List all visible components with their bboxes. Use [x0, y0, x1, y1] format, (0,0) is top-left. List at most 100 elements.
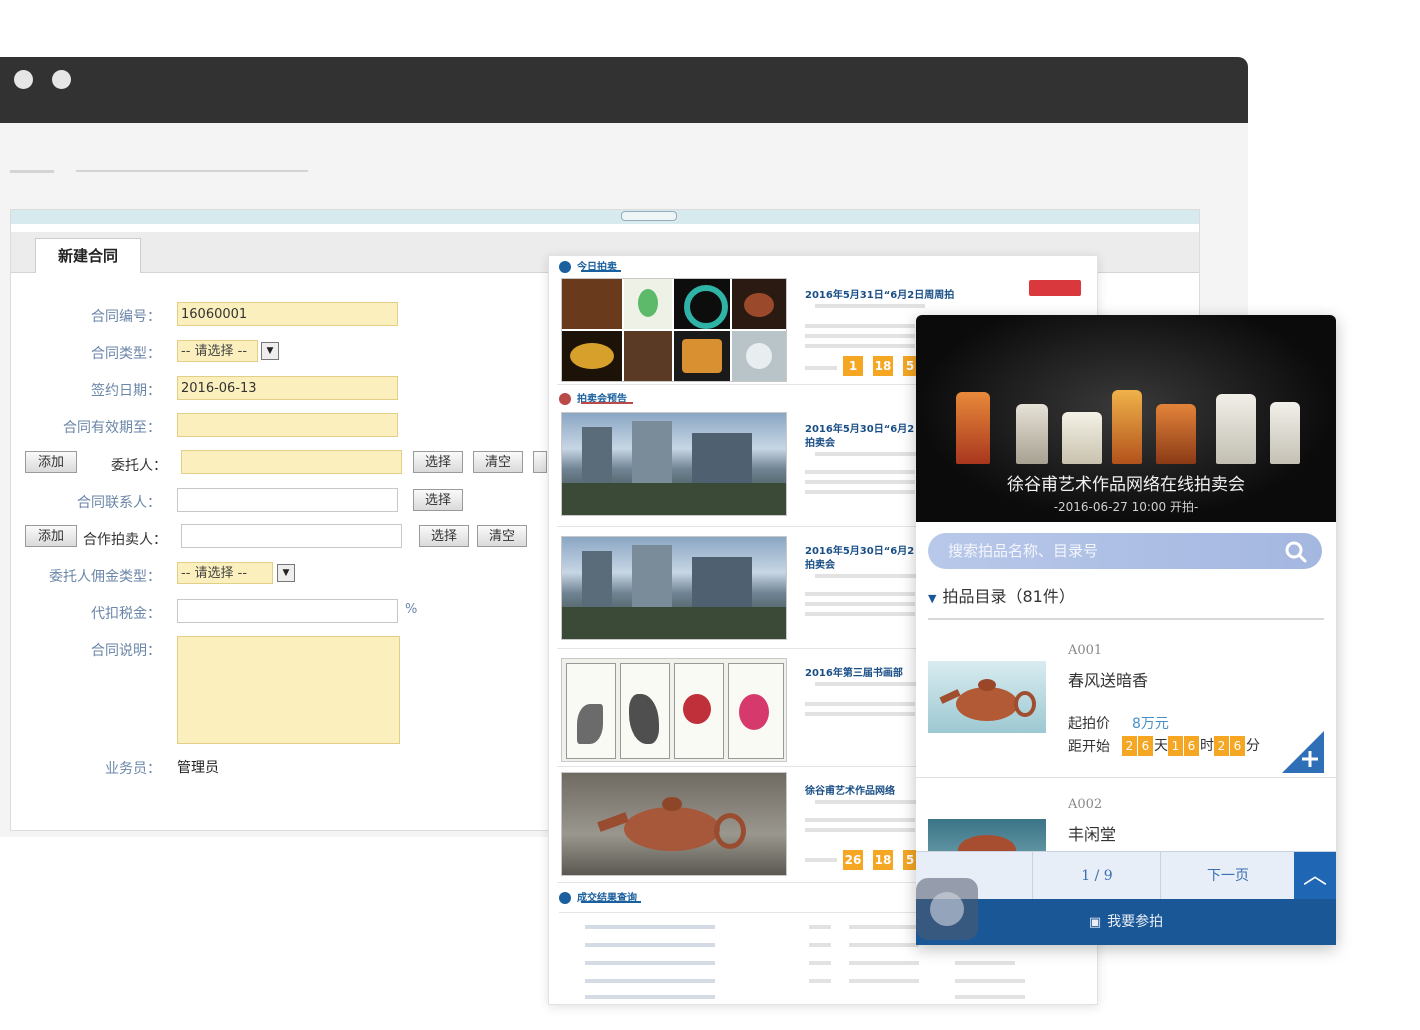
countdown-unit: 时 — [1200, 738, 1214, 754]
ink-painting-thumbnail[interactable] — [561, 658, 787, 762]
result-meta — [849, 943, 919, 947]
co-auctioneer-input[interactable] — [181, 524, 402, 548]
countdown-unit: 分 — [1246, 738, 1260, 754]
teapot-image[interactable] — [928, 661, 1046, 733]
result-line[interactable] — [585, 995, 715, 999]
countdown-digit: 5 — [903, 356, 917, 376]
teapot-thumbnail[interactable] — [561, 772, 787, 876]
row-meta-line — [805, 602, 915, 606]
building-thumbnail[interactable] — [561, 412, 787, 516]
auction-row-title[interactable]: 2016年5月31日“6月2日周周拍 — [805, 286, 954, 301]
catalog-divider — [928, 618, 1324, 620]
select-co-auctioneer-button[interactable]: 选择 — [419, 525, 469, 547]
result-line[interactable] — [585, 961, 715, 965]
clear-consignor-button[interactable]: 清空 — [473, 451, 523, 473]
pagination-bar: 1 / 9 下一页 ︿ — [916, 851, 1336, 900]
consignor-input[interactable] — [181, 450, 402, 474]
auction-row-title[interactable]: 2016年第三届书画部 — [805, 664, 903, 679]
contract-type-select[interactable]: -- 请选择 -- — [177, 340, 258, 362]
commission-type-label: 委托人佣金类型： — [49, 569, 161, 585]
building-thumbnail[interactable] — [561, 536, 787, 640]
panel-header — [11, 210, 1199, 224]
result-line[interactable] — [585, 979, 715, 983]
hero-banner[interactable]: 徐谷甫艺术作品网络在线拍卖会 -2016-06-27 10:00 开拍- — [916, 315, 1336, 522]
row-meta-line — [805, 334, 915, 338]
join-auction-bar[interactable]: ▣ 我要参拍 — [916, 899, 1336, 945]
row-meta-line — [805, 818, 915, 822]
result-meta — [955, 995, 1025, 999]
countdown-digit: 1 — [1168, 736, 1183, 756]
dropdown-arrow-icon[interactable]: ▼ — [277, 564, 295, 582]
row-meta-line — [805, 324, 915, 328]
next-page-button[interactable]: 下一页 — [1160, 852, 1295, 900]
hero-subtitle: -2016-06-27 10:00 开拍- — [1053, 500, 1199, 514]
result-meta — [849, 961, 919, 965]
row-meta-line — [815, 304, 925, 308]
result-line[interactable] — [585, 943, 715, 947]
more-consignor-button[interactable] — [533, 451, 547, 473]
clear-co-auctioneer-button[interactable]: 清空 — [477, 525, 527, 547]
salesperson-value: 管理员 — [177, 760, 219, 776]
row-meta-line — [805, 612, 915, 616]
countdown-unit: 天 — [1154, 738, 1168, 754]
lot-item[interactable]: A002 丰闲堂 — [916, 779, 1336, 851]
countdown-digit: 5 — [903, 850, 917, 870]
assistive-touch-button[interactable] — [916, 878, 978, 940]
nav-placeholder-bar — [76, 170, 308, 172]
add-to-watchlist-icon[interactable] — [1282, 731, 1324, 773]
section-underline — [581, 402, 633, 404]
row-meta-line — [805, 366, 837, 370]
search-icon[interactable] — [1284, 540, 1308, 564]
antiques-thumbnail[interactable] — [561, 278, 787, 382]
search-input[interactable]: 搜索拍品名称、目录号 — [948, 533, 1268, 569]
row-meta-line — [805, 702, 915, 706]
countdown-digit: 18 — [873, 850, 893, 870]
contact-input[interactable] — [177, 488, 398, 512]
section-underline — [581, 270, 621, 272]
catalog-title[interactable]: ▼ 拍品目录（81件） — [928, 583, 1075, 607]
select-consignor-button[interactable]: 选择 — [413, 451, 463, 473]
seal-image — [1062, 412, 1102, 464]
join-auction-button[interactable]: ▣ 我要参拍 — [916, 899, 1336, 945]
auction-row-subtitle: 拍卖会 — [805, 560, 835, 571]
result-meta — [849, 979, 919, 983]
auction-row-title[interactable]: 徐谷甫艺术作品网络 — [805, 782, 895, 797]
result-line[interactable] — [585, 925, 715, 929]
tab-new-contract[interactable]: 新建合同 — [35, 238, 141, 273]
hero-title: 徐谷甫艺术作品网络在线拍卖会 — [1007, 475, 1245, 495]
teapot-image[interactable] — [928, 819, 1046, 851]
percent-unit: % — [405, 602, 418, 617]
row-meta-line — [815, 682, 925, 686]
result-meta — [955, 979, 1025, 983]
panel-collapse-handle[interactable] — [621, 211, 677, 221]
contract-no-input[interactable]: 16060001 — [177, 302, 398, 326]
row-meta-line — [805, 712, 915, 716]
lot-name[interactable]: 春风送暗香 — [1068, 667, 1148, 691]
seal-image — [1216, 394, 1256, 464]
commission-type-select[interactable]: -- 请选择 -- — [177, 562, 273, 584]
countdown-digit: 6 — [1230, 736, 1245, 756]
row-meta-line — [805, 480, 915, 484]
start-price-label: 起拍价 — [1068, 716, 1110, 732]
countdown-digit: 18 — [873, 356, 893, 376]
window-close-dot[interactable] — [14, 70, 33, 89]
sign-date-input[interactable]: 2016-06-13 — [177, 376, 398, 400]
search-bar[interactable]: 搜索拍品名称、目录号 — [928, 533, 1322, 569]
description-textarea[interactable] — [177, 636, 400, 744]
withholding-tax-input[interactable] — [177, 599, 398, 623]
auction-row-title[interactable]: 2016年5月30日“6月2 — [805, 542, 914, 557]
clipboard-icon: ▣ — [1088, 915, 1102, 930]
select-contact-button[interactable]: 选择 — [413, 489, 463, 511]
dropdown-arrow-icon[interactable]: ▼ — [261, 342, 279, 360]
row-meta-line — [805, 828, 915, 832]
lot-name[interactable]: 丰闲堂 — [1068, 821, 1116, 845]
row-meta-line — [815, 800, 925, 804]
window-minimize-dot[interactable] — [52, 70, 71, 89]
nav-placeholder-bar — [10, 170, 54, 173]
countdown-digit: 2 — [1214, 736, 1229, 756]
row-meta-line — [815, 574, 925, 578]
auction-row-title[interactable]: 2016年5月30日“6月2 — [805, 420, 914, 435]
lot-item[interactable]: A001 春风送暗香 起拍价 8万元 距开始 26天16时26分 — [916, 633, 1336, 778]
valid-until-input[interactable] — [177, 413, 398, 437]
chevron-up-icon[interactable]: ︿ — [1294, 852, 1336, 900]
